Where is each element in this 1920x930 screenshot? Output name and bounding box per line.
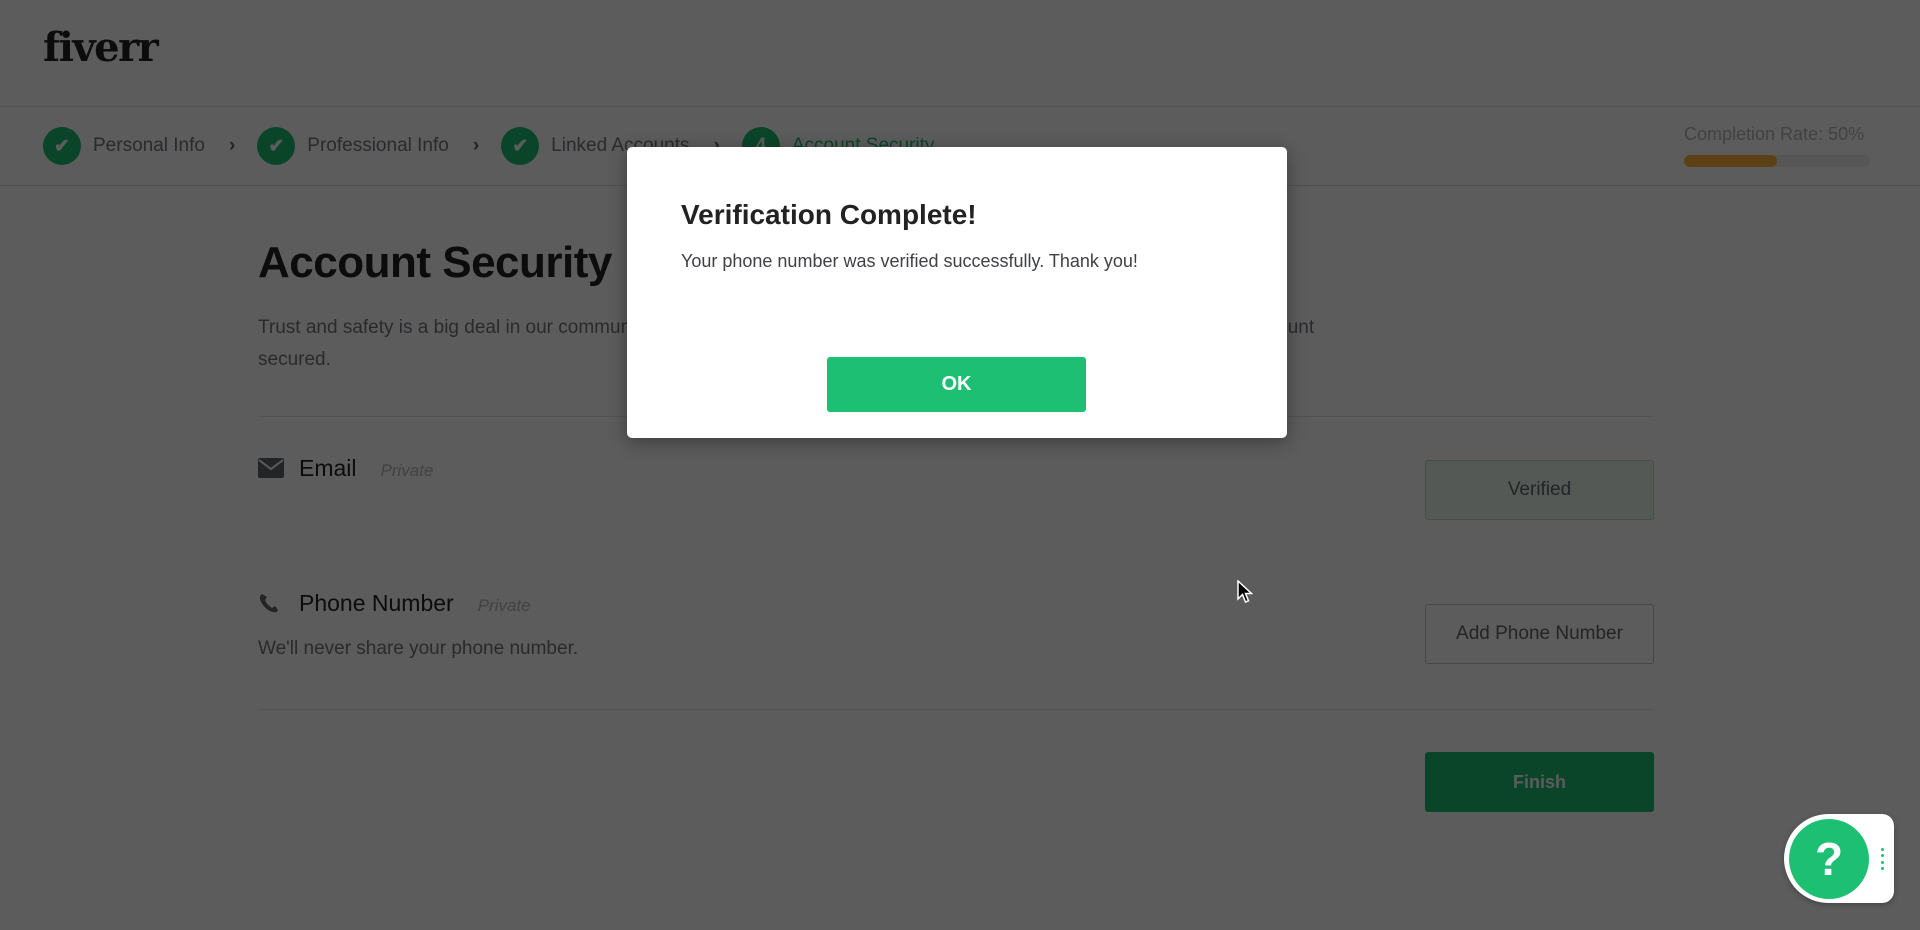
mouse-cursor-icon [1237, 580, 1253, 603]
dialog-title: Verification Complete! [681, 199, 977, 230]
ok-button[interactable]: OK [827, 357, 1086, 412]
help-question-icon[interactable]: ? [1789, 819, 1869, 899]
dialog-message: Your phone number was verified successfu… [681, 251, 1138, 271]
help-widget: ? [1784, 814, 1894, 903]
help-menu-dots-icon[interactable] [1879, 848, 1885, 870]
verification-complete-dialog: Verification Complete! Your phone number… [627, 147, 1287, 438]
modal-overlay[interactable] [0, 0, 1920, 930]
